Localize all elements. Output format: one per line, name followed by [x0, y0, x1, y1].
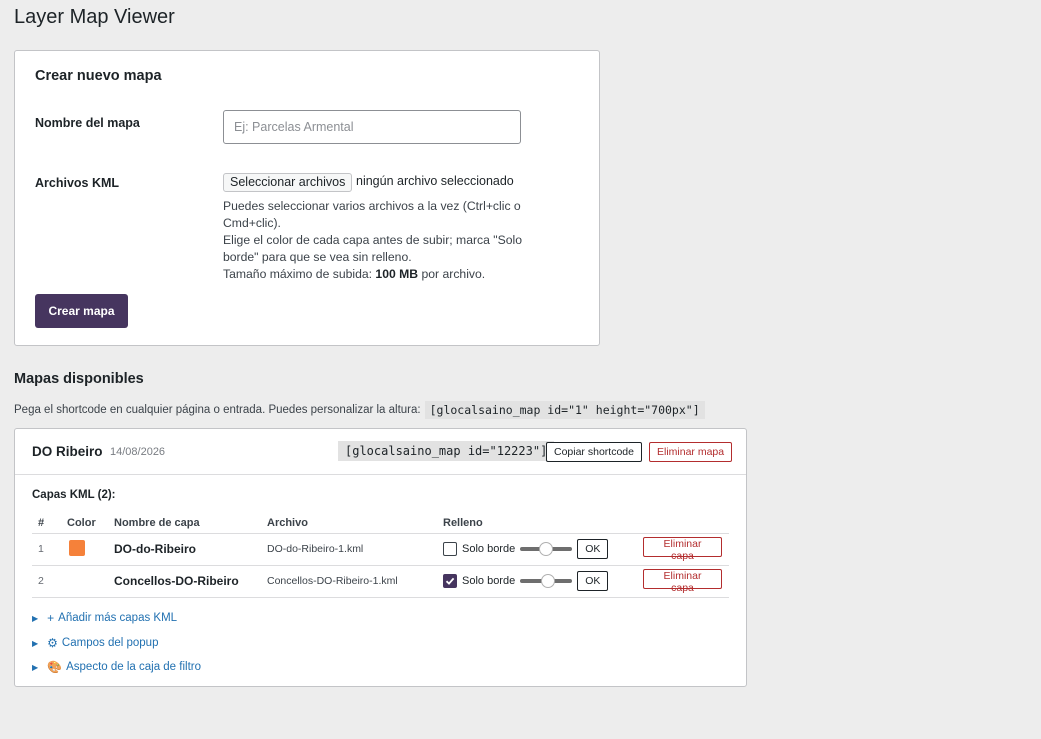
- help-line-multi-select: Puedes seleccionar varios archivos a la …: [223, 199, 521, 230]
- border-only-checkbox[interactable]: [443, 574, 457, 588]
- expander-label: Añadir más capas KML: [58, 612, 178, 624]
- expander-label: Campos del popup: [61, 637, 159, 649]
- color-swatch[interactable]: [69, 539, 85, 556]
- table-row: 2 Concellos-DO-Ribeiro Concellos-DO-Ribe…: [32, 565, 729, 598]
- table-row: 1 DO-do-Ribeiro DO-do-Ribeiro-1.kml Solo…: [32, 533, 729, 566]
- layer-fill-controls: Solo borde OK: [443, 565, 643, 598]
- select-files-button[interactable]: Seleccionar archivos: [223, 173, 353, 192]
- border-only-label: Solo borde: [462, 575, 516, 587]
- delete-layer-button[interactable]: Eliminar capa: [643, 568, 722, 594]
- expander-add-kml-layers[interactable]: ▶ + Añadir más capas KML: [32, 611, 177, 625]
- create-map-card: Crear nuevo mapa Nombre del mapa Archivo…: [14, 50, 600, 346]
- layer-actions: Eliminar capa: [643, 533, 729, 566]
- shortcode-description: Pega el shortcode en cualquier página o …: [14, 401, 705, 419]
- example-shortcode: [glocalsaino_map id="1" height="700px"]: [424, 401, 705, 419]
- help-line-max-size: Tamaño máximo de subida: 100 MB por arch…: [223, 267, 486, 281]
- expander-filter-box-appearance[interactable]: ▶ 🎨 Aspecto de la caja de filtro: [32, 660, 201, 674]
- map-shortcode: [glocalsaino_map id="12223"]: [338, 441, 555, 461]
- page-title: Layer Map Viewer: [14, 6, 175, 28]
- map-card-header: DO Ribeiro 14/08/2026 [glocalsaino_map i…: [15, 429, 746, 475]
- border-only-checkbox[interactable]: [443, 542, 457, 556]
- layer-actions: Eliminar capa: [643, 565, 729, 598]
- layer-number: 2: [32, 565, 67, 598]
- expander-popup-fields[interactable]: ▶ ⚙ Campos del popup: [32, 636, 158, 650]
- file-status-text: ningún archivo seleccionado: [356, 174, 514, 188]
- opacity-slider[interactable]: [520, 574, 573, 588]
- kml-layers-title: Capas KML (2):: [32, 489, 116, 501]
- triangle-right-icon: ▶: [32, 662, 39, 672]
- layer-name: DO-do-Ribeiro: [114, 533, 267, 566]
- column-header-actions: [643, 513, 729, 534]
- layer-fill-controls: Solo borde OK: [443, 533, 643, 566]
- map-name-label: Nombre del mapa: [35, 116, 140, 130]
- triangle-right-icon: ▶: [32, 613, 39, 623]
- map-date: 14/08/2026: [110, 446, 166, 458]
- table-header-row: # Color Nombre de capa Archivo Relleno: [32, 513, 729, 534]
- create-map-heading: Crear nuevo mapa: [35, 68, 162, 84]
- shortcode-description-text: Pega el shortcode en cualquier página o …: [14, 404, 421, 416]
- create-map-button[interactable]: Crear mapa: [35, 294, 128, 328]
- delete-map-button[interactable]: Eliminar mapa: [649, 442, 733, 462]
- map-name-input[interactable]: [223, 110, 521, 144]
- help-line-color: Elige el color de cada capa antes de sub…: [223, 233, 523, 264]
- gear-icon: ⚙: [47, 636, 58, 650]
- column-header-fill: Relleno: [443, 513, 643, 534]
- map-name: DO Ribeiro: [32, 444, 103, 459]
- ok-button[interactable]: OK: [577, 539, 609, 559]
- slider-thumb[interactable]: [539, 542, 554, 556]
- kml-files-label: Archivos KML: [35, 176, 120, 190]
- column-header-file: Archivo: [267, 513, 443, 534]
- column-header-layer-name: Nombre de capa: [114, 513, 267, 534]
- map-card: DO Ribeiro 14/08/2026 [glocalsaino_map i…: [14, 428, 747, 687]
- layer-color-cell: [67, 533, 114, 566]
- kml-layers-table: # Color Nombre de capa Archivo Relleno 1…: [32, 513, 729, 598]
- layer-file: Concellos-DO-Ribeiro-1.kml: [267, 565, 443, 598]
- opacity-slider[interactable]: [520, 542, 573, 556]
- ok-button[interactable]: OK: [577, 571, 609, 591]
- layer-color-cell: [67, 565, 114, 598]
- layer-number: 1: [32, 533, 67, 566]
- upload-help-text: Puedes seleccionar varios archivos a la …: [223, 198, 553, 283]
- triangle-right-icon: ▶: [32, 638, 39, 648]
- layer-file: DO-do-Ribeiro-1.kml: [267, 533, 443, 566]
- column-header-number: #: [32, 513, 67, 534]
- column-header-color: Color: [67, 513, 114, 534]
- copy-shortcode-button[interactable]: Copiar shortcode: [546, 442, 642, 462]
- border-only-label: Solo borde: [462, 543, 516, 555]
- expander-label: Aspecto de la caja de filtro: [66, 661, 201, 673]
- delete-layer-button[interactable]: Eliminar capa: [643, 536, 722, 562]
- slider-thumb[interactable]: [541, 574, 556, 588]
- palette-icon: 🎨: [47, 660, 63, 674]
- available-maps-heading: Mapas disponibles: [14, 371, 144, 387]
- layer-name: Concellos-DO-Ribeiro: [114, 565, 267, 598]
- plus-icon: +: [47, 611, 55, 625]
